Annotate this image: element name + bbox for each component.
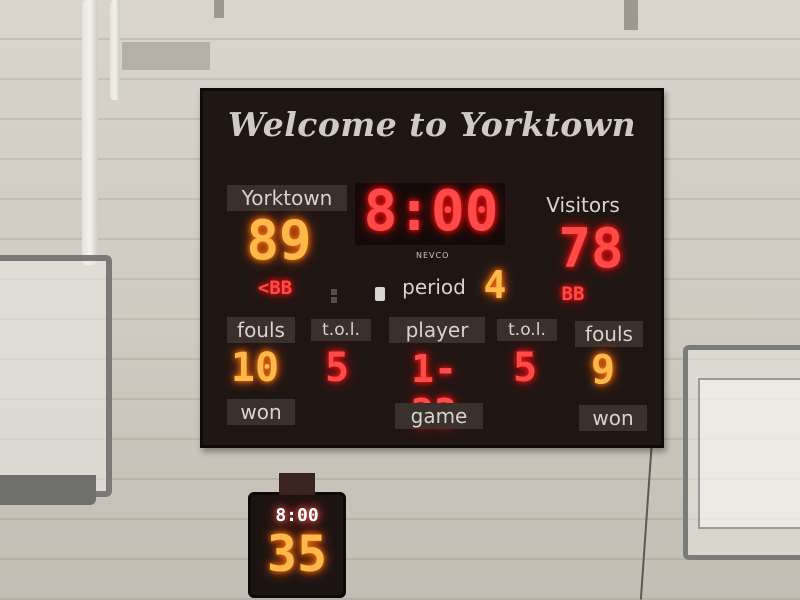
vertical-pipe <box>82 0 98 265</box>
game-label: game <box>395 403 483 429</box>
home-tol: 5 <box>324 345 350 391</box>
home-score: 89 <box>246 209 312 272</box>
backboard-glass <box>698 378 800 529</box>
shot-clock-seconds: 35 <box>266 525 328 583</box>
visitors-fouls-label: fouls <box>575 321 643 347</box>
home-tol-label: t.o.l. <box>311 319 371 341</box>
period-label: period <box>402 275 466 299</box>
ceiling-bracket <box>122 42 210 70</box>
home-team-name: Yorktown <box>227 185 347 211</box>
welcome-banner: Welcome to Yorktown <box>227 105 637 144</box>
visitors-tol: 5 <box>512 345 538 391</box>
shot-clock-mount <box>279 473 315 495</box>
shot-clock: 8:00 35 <box>248 473 346 598</box>
vertical-pipe-2 <box>110 0 120 100</box>
power-cable <box>639 439 653 600</box>
visitors-won-label: won <box>579 405 647 431</box>
shot-clock-game-time: 8:00 <box>275 505 319 526</box>
backboard-frame <box>0 475 96 505</box>
period-value: 4 <box>483 263 507 307</box>
backboard-left <box>0 255 112 505</box>
ceiling-bracket-mid <box>214 0 224 18</box>
home-fouls-label: fouls <box>227 317 295 343</box>
visitors-score: 78 <box>558 217 624 280</box>
home-fouls: 10 <box>230 345 280 391</box>
home-possession-indicator: <BB <box>257 277 293 299</box>
player-label: player <box>389 317 485 343</box>
visitors-team-name: Visitors <box>546 193 620 217</box>
ceiling-bracket-right <box>624 0 638 30</box>
home-won-label: won <box>227 399 295 425</box>
indicator-dot <box>331 289 337 295</box>
visitors-possession-indicator: BB <box>561 283 585 305</box>
game-clock: 8:00 <box>363 179 499 244</box>
backboard-right <box>683 345 800 560</box>
visitors-fouls: 9 <box>590 347 616 393</box>
horn-icon <box>375 287 385 301</box>
nevco-logo: NEVCO <box>416 251 450 260</box>
visitors-tol-label: t.o.l. <box>497 319 557 341</box>
scoreboard: Welcome to Yorktown Yorktown 89 <BB 8:00… <box>200 88 664 448</box>
indicator-dot <box>331 297 337 303</box>
